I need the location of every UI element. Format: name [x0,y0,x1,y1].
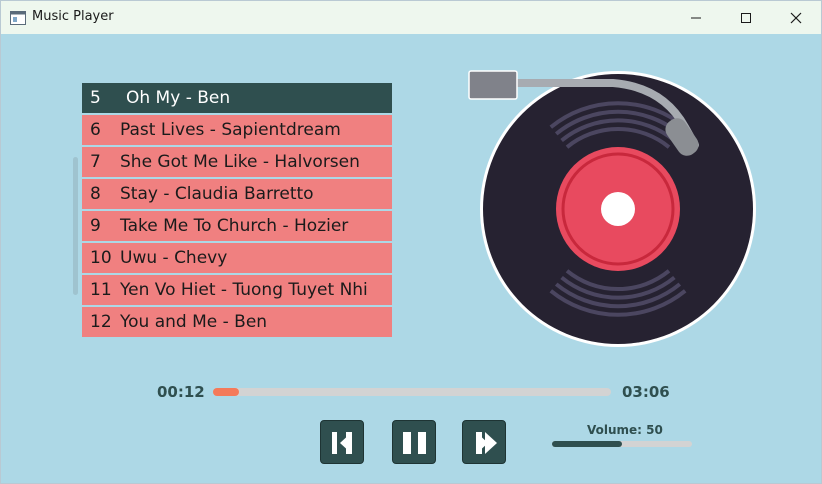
track-number: 11 [90,280,112,300]
minimize-button[interactable] [673,1,719,34]
track-title: You and Me - Ben [120,312,268,332]
track-number: 6 [90,120,101,140]
playlist-item[interactable]: 6 Past Lives - Sapientdream [82,115,392,145]
current-time: 00:12 [157,383,205,401]
volume-fill [552,441,622,447]
previous-button[interactable] [320,420,364,464]
progress-bar[interactable] [213,388,611,396]
track-title: She Got Me Like - Halvorsen [120,152,360,172]
next-icon [476,432,497,454]
close-icon [790,12,802,24]
track-title: Take Me To Church - Hozier [120,216,349,236]
maximize-icon [741,13,751,23]
track-number: 7 [90,152,101,172]
playlist-item[interactable]: 9 Take Me To Church - Hozier [82,211,392,241]
track-number: 8 [90,184,101,204]
close-button[interactable] [773,1,819,34]
window-title: Music Player [32,9,114,24]
track-title: Oh My - Ben [126,88,231,108]
track-title: Past Lives - Sapientdream [120,120,341,140]
next-button[interactable] [462,420,506,464]
playlist-item[interactable]: 10 Uwu - Chevy [82,243,392,273]
track-title: Stay - Claudia Barretto [120,184,314,204]
track-title: Uwu - Chevy [120,248,228,268]
volume-label: Volume: 50 [587,423,663,437]
vinyl-record-graphic [468,70,756,347]
maximize-button[interactable] [723,1,769,34]
volume-slider[interactable] [552,441,692,447]
title-bar[interactable]: Music Player [1,1,821,34]
playlist-scrollbar[interactable] [73,157,78,295]
playlist: 5 Oh My - Ben 6 Past Lives - Sapientdrea… [82,83,392,339]
minimize-icon [691,17,701,19]
track-number: 10 [90,248,112,268]
pause-icon [403,432,426,454]
progress-fill [213,388,239,396]
playlist-item[interactable]: 5 Oh My - Ben [82,83,392,113]
tonearm-base [468,70,518,100]
playlist-item[interactable]: 12 You and Me - Ben [82,307,392,337]
total-time: 03:06 [622,383,670,401]
pause-button[interactable] [392,420,436,464]
track-title: Yen Vo Hiet - Tuong Tuyet Nhi [120,280,368,300]
playlist-item[interactable]: 8 Stay - Claudia Barretto [82,179,392,209]
track-number: 12 [90,312,112,332]
previous-icon [332,432,352,454]
music-player-window: Music Player 5 Oh My - Ben 6 Past Lives … [0,0,822,484]
record-spindle [601,192,635,226]
app-icon [10,11,26,25]
track-number: 9 [90,216,101,236]
track-number: 5 [90,88,101,108]
playlist-item[interactable]: 11 Yen Vo Hiet - Tuong Tuyet Nhi [82,275,392,305]
playlist-item[interactable]: 7 She Got Me Like - Halvorsen [82,147,392,177]
